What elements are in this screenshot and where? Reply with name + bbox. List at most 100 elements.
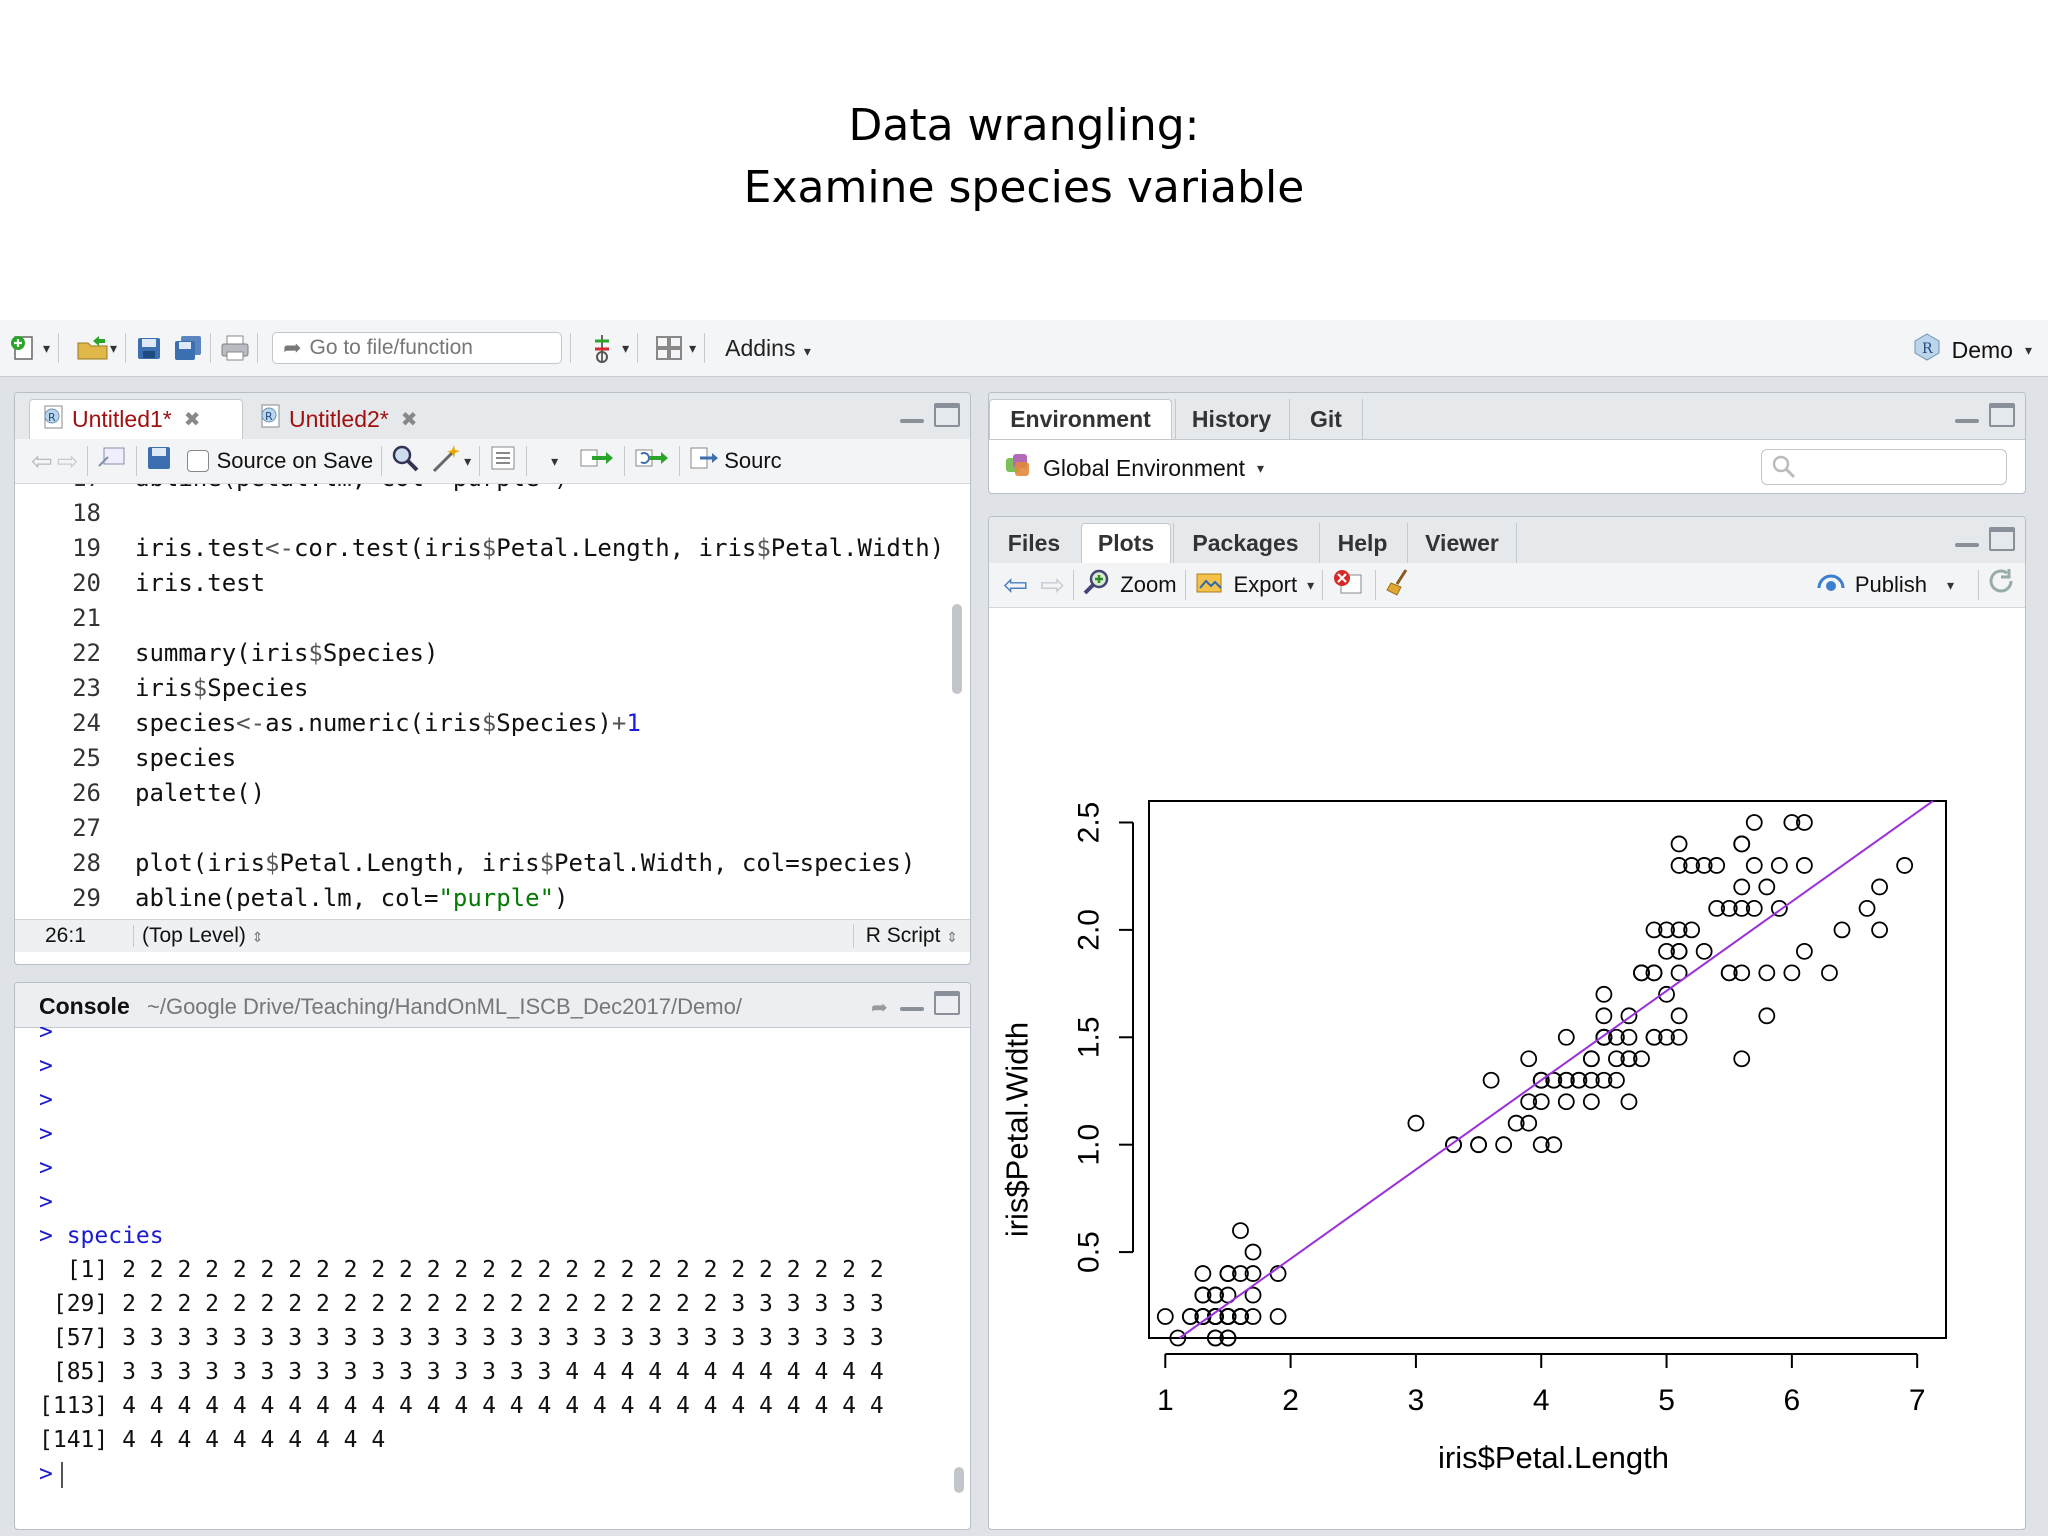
- forward-arrow-icon[interactable]: ⇨: [57, 446, 79, 477]
- chevron-down-icon[interactable]: ▾: [551, 453, 558, 470]
- minimize-icon[interactable]: [1953, 403, 1981, 429]
- publish-menu[interactable]: Publish ▾: [1815, 568, 1954, 602]
- save-all-icon[interactable]: [172, 333, 202, 363]
- environment-search-input[interactable]: [1761, 449, 2007, 485]
- code-line[interactable]: 22 summary(iris$Species): [15, 636, 970, 671]
- list-icon[interactable]: [488, 444, 518, 478]
- new-file-button[interactable]: ▾: [8, 333, 50, 363]
- close-icon[interactable]: ✖: [184, 407, 201, 432]
- tab-plots[interactable]: Plots: [1081, 523, 1171, 563]
- y-tick-label: 0.5: [1073, 1231, 1106, 1273]
- tab-files[interactable]: Files: [989, 523, 1079, 563]
- data-point: [1620, 1093, 1638, 1111]
- vertical-scrollbar[interactable]: [952, 604, 962, 694]
- previous-plot-icon[interactable]: ⇦: [1003, 568, 1028, 603]
- file-type-selector[interactable]: R Script ⇕: [852, 924, 958, 948]
- rerun-icon[interactable]: [633, 444, 671, 478]
- show-in-window-icon[interactable]: [96, 444, 128, 478]
- grid-icon: [654, 333, 684, 363]
- code-line[interactable]: 28 plot(iris$Petal.Length, iris$Petal.Wid…: [15, 846, 970, 881]
- scope-selector[interactable]: (Top Level) ⇕: [142, 924, 263, 948]
- publish-label: Publish: [1854, 572, 1927, 597]
- close-icon[interactable]: ✖: [401, 407, 418, 432]
- code-line[interactable]: 24 species<-as.numeric(iris$Species)+1: [15, 706, 970, 741]
- tab-git[interactable]: Git: [1289, 399, 1363, 439]
- tab-environment[interactable]: Environment: [989, 399, 1172, 439]
- maximize-icon[interactable]: [1989, 403, 2015, 427]
- search-icon[interactable]: [390, 443, 420, 479]
- goto-file-function-input[interactable]: ➦ Go to file/function: [272, 332, 563, 364]
- tab-packages[interactable]: Packages: [1173, 523, 1317, 563]
- x-tick-label: 3: [1408, 1384, 1425, 1417]
- go-to-directory-icon[interactable]: ➦: [871, 995, 888, 1020]
- updown-icon: ⇕: [251, 929, 264, 945]
- source-editor-pane: R Untitled1* ✖ R Untitled2* ✖ ⇦ ⇨ Source…: [14, 392, 971, 965]
- console-output[interactable]: > > > > > > > species [1] 2 2 2 2 2 2 2 2 2 2 …: [15, 1027, 970, 1527]
- maximize-icon[interactable]: [934, 991, 960, 1015]
- next-plot-icon[interactable]: ⇨: [1040, 568, 1065, 603]
- back-arrow-icon[interactable]: ⇦: [31, 446, 53, 477]
- r-file-icon: R: [259, 403, 283, 435]
- export-menu[interactable]: Export ▾: [1194, 568, 1314, 602]
- addins-menu[interactable]: Addins ▾: [725, 335, 811, 362]
- vertical-scrollbar[interactable]: [954, 1467, 964, 1493]
- folder-icon: [75, 333, 108, 363]
- clear-all-broom-icon[interactable]: [1384, 567, 1414, 603]
- code-line[interactable]: 20 iris.test: [15, 566, 970, 601]
- maximize-icon[interactable]: [1989, 527, 2015, 551]
- code-text: palette(): [135, 779, 266, 807]
- chevron-down-icon: ▾: [2024, 341, 2032, 358]
- code-text: species: [135, 744, 237, 772]
- console-path: ~/Google Drive/Teaching/HandOnML_ISCB_De…: [147, 994, 742, 1019]
- data-point: [1470, 1136, 1487, 1154]
- magic-wand-icon[interactable]: [430, 443, 462, 479]
- source-button[interactable]: Sourc: [688, 444, 782, 478]
- code-line[interactable]: 19 iris.test<-cor.test(iris$Petal.Length,…: [15, 531, 970, 566]
- code-line[interactable]: 17abline(petal.lm, col= purple ): [15, 484, 970, 496]
- divider: [381, 446, 383, 476]
- code-line[interactable]: 27: [15, 811, 970, 846]
- layout-button[interactable]: ▾: [654, 333, 696, 363]
- editor-tabbar: R Untitled1* ✖ R Untitled2* ✖: [15, 393, 970, 440]
- code-text: iris$Species: [135, 674, 309, 702]
- console-header: Console ~/Google Drive/Teaching/HandOnML…: [15, 983, 970, 1028]
- minimize-icon[interactable]: [898, 991, 926, 1017]
- save-icon[interactable]: [145, 444, 173, 478]
- chevron-down-icon: ▾: [803, 342, 811, 359]
- run-icon[interactable]: [578, 444, 616, 478]
- code-line[interactable]: 29 abline(petal.lm, col="purple"): [15, 881, 970, 916]
- code-editor[interactable]: 17abline(petal.lm, col= purple ) 18 19 iris…: [15, 484, 970, 919]
- project-menu[interactable]: R Demo ▾: [1912, 332, 2032, 368]
- line-number: 20: [72, 569, 101, 597]
- minimize-icon[interactable]: [898, 403, 926, 429]
- refresh-icon[interactable]: [1987, 567, 2017, 603]
- environment-selector[interactable]: Global Environment ▾: [1003, 451, 1264, 485]
- code-line[interactable]: 18: [15, 496, 970, 531]
- chevron-down-icon: ▾: [43, 339, 51, 356]
- vcs-button[interactable]: ▾: [587, 333, 629, 363]
- source-on-save-checkbox[interactable]: [186, 450, 209, 472]
- print-icon[interactable]: [219, 333, 249, 363]
- console-pane: Console ~/Google Drive/Teaching/HandOnML…: [14, 982, 971, 1530]
- tab-viewer[interactable]: Viewer: [1407, 523, 1517, 563]
- open-file-button[interactable]: ▾: [75, 333, 117, 363]
- git-icon: [587, 333, 617, 363]
- save-icon[interactable]: [134, 333, 164, 363]
- minimize-icon[interactable]: [1953, 527, 1981, 553]
- code-line[interactable]: 21: [15, 601, 970, 636]
- code-line[interactable]: 26 palette(): [15, 776, 970, 811]
- zoom-icon: [1082, 567, 1112, 603]
- zoom-button[interactable]: Zoom: [1082, 567, 1177, 603]
- tab-untitled2[interactable]: R Untitled2* ✖: [247, 399, 457, 439]
- tab-untitled1[interactable]: R Untitled1* ✖: [29, 399, 243, 439]
- chevron-down-icon[interactable]: ▾: [464, 453, 471, 470]
- code-line[interactable]: 23 iris$Species: [15, 671, 970, 706]
- tab-help[interactable]: Help: [1319, 523, 1405, 563]
- code-line[interactable]: 25 species: [15, 741, 970, 776]
- remove-plot-icon[interactable]: [1331, 567, 1367, 603]
- maximize-icon[interactable]: [934, 403, 960, 427]
- data-point: [1582, 1093, 1600, 1111]
- y-tick-label: 1.5: [1073, 1016, 1106, 1058]
- divider: [133, 925, 134, 947]
- tab-history[interactable]: History: [1175, 399, 1287, 439]
